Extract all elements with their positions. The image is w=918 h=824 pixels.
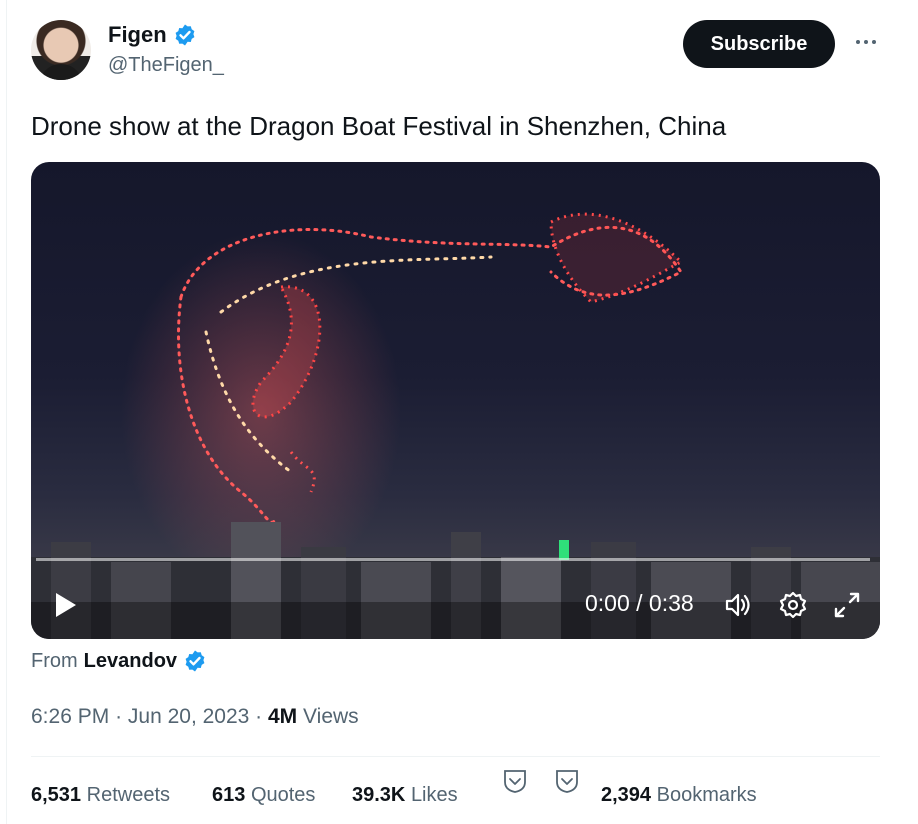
bookmarks-count: 2,394 bbox=[601, 784, 652, 806]
likes-stat[interactable]: 39.3K Likes bbox=[352, 784, 458, 807]
avatar[interactable] bbox=[31, 20, 91, 80]
bookmarks-label: Bookmarks bbox=[656, 784, 757, 806]
chevron-down-icon[interactable] bbox=[553, 768, 581, 794]
verified-badge-icon bbox=[175, 24, 195, 46]
volume-icon[interactable] bbox=[722, 590, 752, 620]
play-icon[interactable] bbox=[52, 590, 80, 620]
likes-count: 39.3K bbox=[352, 784, 406, 806]
tweet-meta: 6:26 PM · Jun 20, 2023 · 4M Views bbox=[31, 705, 359, 728]
author-name-row[interactable]: Figen bbox=[108, 22, 197, 48]
video-progress-bar[interactable] bbox=[36, 558, 870, 561]
source-name[interactable]: Levandov bbox=[84, 650, 177, 673]
quotes-label: Quotes bbox=[250, 784, 316, 806]
views-label: Views bbox=[303, 705, 359, 728]
likes-label: Likes bbox=[410, 784, 458, 806]
chevron-down-icon[interactable] bbox=[501, 768, 529, 794]
frame-border bbox=[6, 0, 7, 824]
quotes-count: 613 bbox=[212, 784, 246, 806]
retweets-label: Retweets bbox=[86, 784, 170, 806]
retweets-stat[interactable]: 6,531 Retweets bbox=[31, 784, 170, 807]
subscribe-button[interactable]: Subscribe bbox=[683, 20, 835, 68]
quotes-stat[interactable]: 613 Quotes bbox=[212, 784, 315, 807]
tweet-text: Drone show at the Dragon Boat Festival i… bbox=[31, 111, 727, 141]
settings-icon[interactable] bbox=[778, 590, 808, 620]
retweets-count: 6,531 bbox=[31, 784, 82, 806]
tweet-date[interactable]: Jun 20, 2023 bbox=[128, 705, 249, 728]
video-time-display: 0:00 / 0:38 bbox=[585, 590, 694, 616]
video-frame bbox=[31, 212, 880, 639]
author-name[interactable]: Figen bbox=[108, 22, 167, 48]
source-prefix: From bbox=[31, 649, 78, 672]
divider bbox=[31, 756, 880, 757]
more-icon[interactable] bbox=[852, 30, 880, 54]
media-source: From Levandov bbox=[31, 649, 207, 673]
video-player[interactable] bbox=[31, 162, 880, 639]
verified-badge-icon bbox=[185, 650, 205, 672]
bookmarks-stat[interactable]: 2,394 Bookmarks bbox=[601, 784, 757, 807]
views-count: 4M bbox=[268, 705, 298, 728]
author-handle[interactable]: @TheFigen_ bbox=[108, 54, 224, 77]
tweet-time[interactable]: 6:26 PM bbox=[31, 705, 109, 728]
fullscreen-icon[interactable] bbox=[832, 590, 862, 620]
